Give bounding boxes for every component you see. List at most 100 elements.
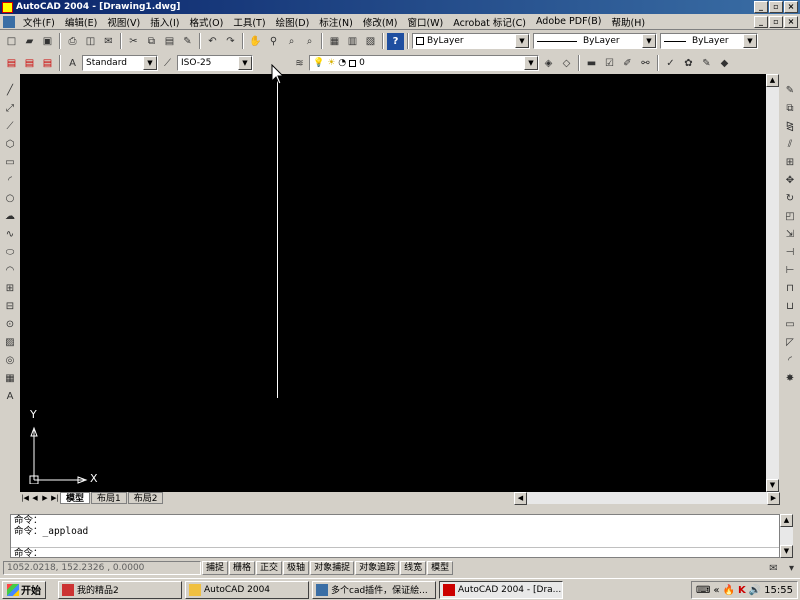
properties-icon[interactable]: ▦ xyxy=(326,33,343,50)
extra-tool-1-icon[interactable]: ✓ xyxy=(662,55,679,72)
minimize-button[interactable]: _ xyxy=(754,1,768,13)
menu-tools[interactable]: 工具(T) xyxy=(228,15,270,29)
polyline-icon[interactable]: ⟋ xyxy=(2,118,18,135)
zoom-previous-icon[interactable]: ⌕ xyxy=(301,33,318,50)
save-icon[interactable]: ▣ xyxy=(39,33,56,50)
menu-adobe-pdf[interactable]: Adobe PDF(B) xyxy=(531,16,607,27)
menu-edit[interactable]: 编辑(E) xyxy=(60,15,102,29)
chevron-down-icon[interactable]: ▼ xyxy=(143,56,157,70)
doc-restore-button[interactable]: ▫ xyxy=(769,16,783,28)
scroll-down-button[interactable]: ▼ xyxy=(766,479,779,492)
communication-center-icon[interactable]: ✉ xyxy=(765,560,782,577)
pdf-icon[interactable]: ▤ xyxy=(3,55,20,72)
otrack-toggle[interactable]: 对象追踪 xyxy=(355,561,400,575)
tool-palettes-icon[interactable]: ▧ xyxy=(362,33,379,50)
multiline-text-icon[interactable]: A xyxy=(2,388,18,405)
pdf-mail-icon[interactable]: ▤ xyxy=(21,55,38,72)
osnap-toggle[interactable]: 对象捕捉 xyxy=(310,561,355,575)
lineweight-dropdown[interactable]: ByLayer ▼ xyxy=(660,33,758,49)
copy-icon[interactable]: ⧉ xyxy=(143,33,160,50)
coordinate-display[interactable]: 1052.0218, 152.2326 , 0.0000 xyxy=(3,561,201,575)
text-style-dropdown[interactable]: Standard ▼ xyxy=(82,55,158,71)
extra-tool-4-icon[interactable]: ◆ xyxy=(716,55,733,72)
open-icon[interactable]: ▰ xyxy=(21,33,38,50)
menu-window[interactable]: 窗口(W) xyxy=(402,15,448,29)
scroll-left-button[interactable]: ◀ xyxy=(514,492,527,505)
autocad-app-icon[interactable] xyxy=(2,1,13,13)
close-button[interactable]: × xyxy=(784,1,798,13)
menu-draw[interactable]: 绘图(D) xyxy=(271,15,315,29)
stretch-icon[interactable]: ⇲ xyxy=(782,226,798,243)
menu-modify[interactable]: 修改(M) xyxy=(358,15,403,29)
menu-acrobat-markup[interactable]: Acrobat 标记(C) xyxy=(448,15,531,29)
model-space-toggle[interactable]: 模型 xyxy=(427,561,454,575)
chevron-down-icon[interactable]: ▼ xyxy=(515,34,529,48)
region-icon[interactable]: ◎ xyxy=(2,352,18,369)
plot-preview-icon[interactable]: ◫ xyxy=(82,33,99,50)
lineweight-toggle[interactable]: 线宽 xyxy=(400,561,427,575)
taskbar-item-autocad-folder[interactable]: AutoCAD 2004 xyxy=(185,580,309,599)
prev-tab-icon[interactable]: ◀ xyxy=(30,493,40,504)
undo-icon[interactable]: ↶ xyxy=(204,33,221,50)
linetype-dropdown[interactable]: ByLayer ▼ xyxy=(533,33,657,49)
redo-icon[interactable]: ↷ xyxy=(222,33,239,50)
tab-model[interactable]: 模型 xyxy=(60,492,91,504)
extend-icon[interactable]: ⊢ xyxy=(782,262,798,279)
draw-order-icon[interactable]: ▬ xyxy=(583,55,600,72)
extra-tool-3-icon[interactable]: ✎ xyxy=(698,55,715,72)
zoom-realtime-icon[interactable]: ⚲ xyxy=(265,33,282,50)
edit-icon[interactable]: ✐ xyxy=(619,55,636,72)
command-line-window[interactable]: 命令： 命令：_appload 命令： xyxy=(10,514,780,559)
mirror-icon[interactable]: ⧎ xyxy=(782,118,798,135)
taskbar-item-browser[interactable]: 多个cad插件，保证絵... xyxy=(312,580,436,599)
join-icon[interactable]: ▭ xyxy=(782,316,798,333)
paste-icon[interactable]: ▤ xyxy=(161,33,178,50)
zoom-window-icon[interactable]: ⌕ xyxy=(283,33,300,50)
menu-insert[interactable]: 插入(I) xyxy=(145,15,184,29)
layer-previous-icon[interactable]: ◇ xyxy=(558,55,575,72)
drawing-canvas[interactable] xyxy=(20,74,766,492)
break-icon[interactable]: ⊔ xyxy=(782,298,798,315)
explode-icon[interactable]: ✸ xyxy=(782,370,798,387)
chamfer-icon[interactable]: ◸ xyxy=(782,334,798,351)
menu-format[interactable]: 格式(O) xyxy=(184,15,228,29)
start-button[interactable]: 开始 xyxy=(2,580,46,599)
rotate-icon[interactable]: ↻ xyxy=(782,190,798,207)
document-icon[interactable] xyxy=(3,15,15,28)
k-icon[interactable]: K xyxy=(738,585,746,596)
volume-icon[interactable]: 🔊 xyxy=(749,585,761,596)
taskbar-item-wodejingpin[interactable]: 我的精品2 xyxy=(58,580,182,599)
link-icon[interactable]: ⚯ xyxy=(637,55,654,72)
insert-block-icon[interactable]: ⊞ xyxy=(2,280,18,297)
erase-icon[interactable]: ✎ xyxy=(782,82,798,99)
color-dropdown[interactable]: ByLayer ▼ xyxy=(412,33,530,49)
tab-layout2[interactable]: 布局2 xyxy=(127,492,164,504)
menu-dimension[interactable]: 标注(N) xyxy=(314,15,358,29)
print-icon[interactable]: ⎙ xyxy=(64,33,81,50)
array-icon[interactable]: ⊞ xyxy=(782,154,798,171)
snap-toggle[interactable]: 捕捉 xyxy=(202,561,229,575)
construction-line-icon[interactable]: ⤢ xyxy=(2,100,18,117)
arc-icon[interactable]: ◜ xyxy=(2,172,18,189)
spline-icon[interactable]: ∿ xyxy=(2,226,18,243)
rectangle-icon[interactable]: ▭ xyxy=(2,154,18,171)
layer-dropdown[interactable]: 💡 ☀ ◔ 0 ▼ xyxy=(309,55,539,71)
trim-icon[interactable]: ⊣ xyxy=(782,244,798,261)
scroll-down-button[interactable]: ▼ xyxy=(780,545,793,558)
doc-minimize-button[interactable]: _ xyxy=(754,16,768,28)
scale-icon[interactable]: ◰ xyxy=(782,208,798,225)
last-tab-icon[interactable]: ▶| xyxy=(50,493,60,504)
layer-manager-icon[interactable]: ≋ xyxy=(291,55,308,72)
clock[interactable]: 15:55 xyxy=(764,585,793,596)
circle-icon[interactable]: ○ xyxy=(2,190,18,207)
text-style-icon[interactable]: A xyxy=(64,55,81,72)
dim-style-icon[interactable]: ⟋ xyxy=(159,55,176,72)
tray-expand-icon[interactable]: « xyxy=(713,585,719,596)
command-prompt[interactable]: 命令： xyxy=(11,547,779,559)
ellipse-arc-icon[interactable]: ◠ xyxy=(2,262,18,279)
flame-icon[interactable]: 🔥 xyxy=(723,585,735,596)
pan-icon[interactable]: ✋ xyxy=(247,33,264,50)
break-at-point-icon[interactable]: ⊓ xyxy=(782,280,798,297)
canvas-vertical-scrollbar[interactable]: ▲ ▼ xyxy=(766,74,779,492)
drawn-vertical-line[interactable] xyxy=(277,80,278,398)
